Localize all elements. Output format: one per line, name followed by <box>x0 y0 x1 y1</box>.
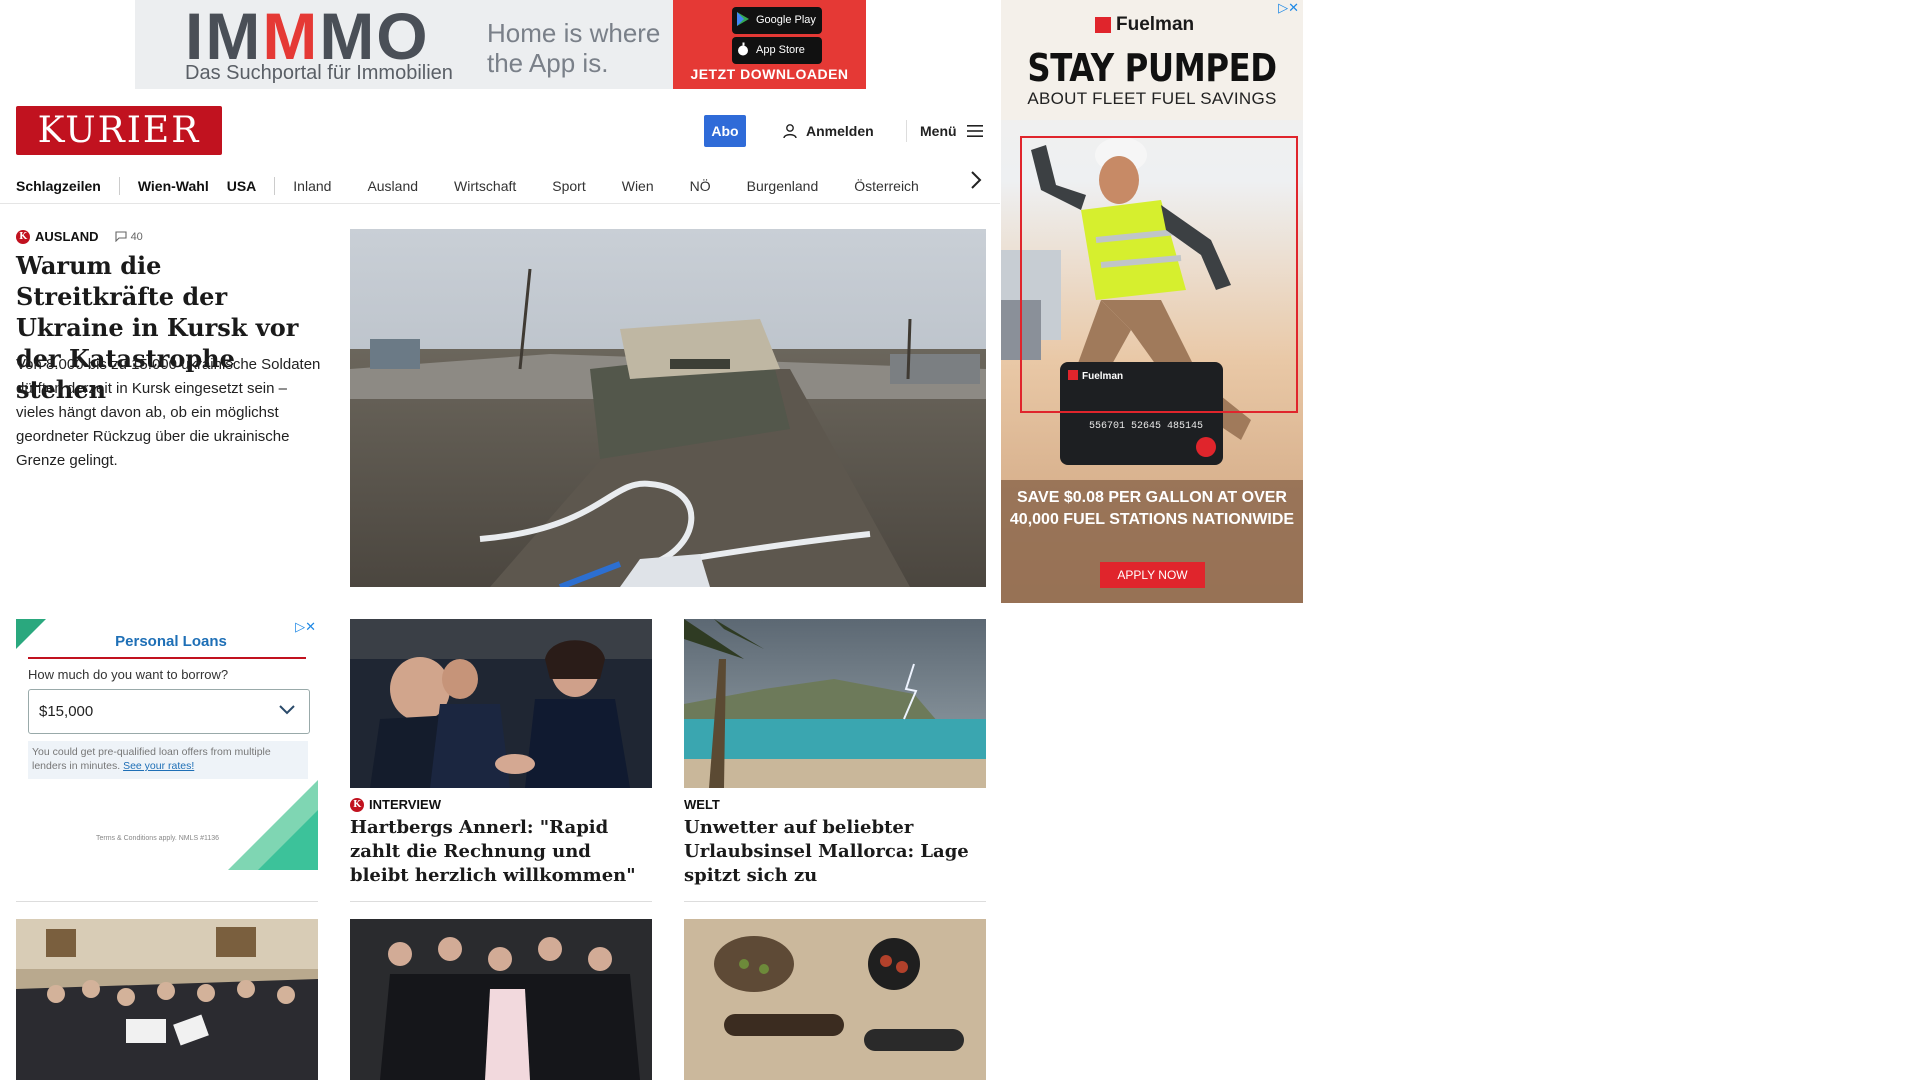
loan-amount-select[interactable]: $15,000 <box>28 689 310 734</box>
card-kicker-interview[interactable]: K INTERVIEW <box>350 797 441 812</box>
nav-item-burgenland[interactable]: Burgenland <box>729 178 837 194</box>
abo-button[interactable]: Abo <box>704 115 746 147</box>
user-icon <box>783 124 797 139</box>
card-divider <box>350 901 652 902</box>
chevron-right-icon[interactable] <box>969 170 983 190</box>
card-divider <box>16 901 318 902</box>
google-play-badge[interactable]: Google Play <box>732 7 822 34</box>
nav-item-usa[interactable]: USA <box>227 178 275 194</box>
section-nav: Schlagzeilen Wien-Wahl USA Inland Auslan… <box>16 166 986 206</box>
google-play-icon <box>737 12 749 26</box>
loans-terms: Terms & Conditions apply. NMLS #1136 <box>96 835 220 842</box>
immmo-logo: IMMMO <box>185 0 430 73</box>
nav-item-wien[interactable]: Wien <box>604 178 672 194</box>
login-label: Anmelden <box>806 123 874 139</box>
kurier-plus-icon: K <box>350 797 364 812</box>
card-image-food[interactable] <box>684 919 986 1080</box>
highlight-frame <box>1020 136 1298 413</box>
card-image-crowd[interactable] <box>16 919 318 1080</box>
nav-item-noe[interactable]: NÖ <box>672 178 729 194</box>
card-title-mallorca[interactable]: Unwetter auf beliebter Urlaubsinsel Mall… <box>684 816 986 888</box>
apple-icon <box>738 42 748 56</box>
see-rates-link[interactable]: See your rates! <box>123 760 194 772</box>
card-number-text: 556701 52645 485145 <box>1089 421 1203 432</box>
card-title-interview[interactable]: Hartbergs Annerl: "Rapid zahlt die Rechn… <box>350 816 652 888</box>
app-store-badge[interactable]: App Store <box>732 37 822 64</box>
card-divider <box>684 901 986 902</box>
card-kicker-welt[interactable]: WELT <box>684 797 720 812</box>
adchoices-icon[interactable]: ▷✕ <box>1278 0 1299 16</box>
immmo-banner-ad[interactable]: IMMMO Das Suchportal für Immobilien Home… <box>135 0 866 89</box>
login-button[interactable]: Anmelden <box>782 120 874 142</box>
nav-item-inland[interactable]: Inland <box>275 178 349 194</box>
chevron-down-icon <box>279 705 295 715</box>
fuelman-offer: SAVE $0.08 PER GALLON AT OVER 40,000 FUE… <box>1009 489 1295 528</box>
fuelman-logo-mark <box>1095 17 1111 33</box>
lead-meta: K AUSLAND 40 <box>16 229 143 244</box>
loans-title-underline <box>28 657 306 659</box>
nav-item-ausland[interactable]: Ausland <box>349 178 436 194</box>
comment-icon <box>115 231 127 242</box>
download-button[interactable]: JETZT DOWNLOADEN <box>673 66 866 82</box>
nav-divider <box>0 203 1000 204</box>
kurier-logo[interactable]: KURIER <box>16 106 222 155</box>
immmo-claim: Home is where the App is. <box>487 18 661 78</box>
apply-now-button[interactable]: APPLY NOW <box>1100 562 1205 588</box>
lead-kicker[interactable]: K AUSLAND <box>16 229 99 244</box>
loans-title: Personal Loans <box>115 633 227 650</box>
nav-item-wien-wahl[interactable]: Wien-Wahl <box>120 178 227 194</box>
immmo-subline: Das Suchportal für Immobilien <box>185 62 453 84</box>
card-image-mallorca[interactable] <box>684 619 986 788</box>
lead-teaser[interactable]: Von 8.000 bis zu 15.000 ukrainische Sold… <box>16 353 326 473</box>
nav-item-wirtschaft[interactable]: Wirtschaft <box>436 178 534 194</box>
fuelman-headline: STAY PUMPED <box>1027 46 1277 90</box>
immmo-cta-panel[interactable]: Google Play App Store JETZT DOWNLOADEN <box>673 0 866 89</box>
menu-label: Menü <box>920 123 957 139</box>
card-image-premiere[interactable] <box>350 919 652 1080</box>
menu-button[interactable]: Menü <box>920 120 983 142</box>
lead-image-tank[interactable] <box>350 229 986 587</box>
loans-note: You could get pre-qualified loan offers … <box>28 741 308 779</box>
ad-corner-decoration <box>228 780 318 870</box>
fuelman-logo: Fuelman <box>1095 14 1194 36</box>
personal-loans-ad[interactable]: ▷✕ Personal Loans How much do you want t… <box>16 619 318 870</box>
fuelman-subheadline: ABOUT FLEET FUEL SAVINGS <box>1027 89 1277 108</box>
loan-amount-value: $15,000 <box>39 703 94 720</box>
kurier-plus-icon: K <box>16 229 30 244</box>
loans-question: How much do you want to borrow? <box>28 667 229 682</box>
nav-item-schlagzeilen[interactable]: Schlagzeilen <box>16 178 119 194</box>
comment-count[interactable]: 40 <box>115 231 143 243</box>
card-image-interview[interactable] <box>350 619 652 788</box>
fuelman-ad[interactable]: Fuelman 556701 52645 485145 ▷✕ Fuelman S… <box>1001 0 1303 603</box>
nav-item-sport[interactable]: Sport <box>534 178 603 194</box>
header-divider <box>906 120 907 142</box>
nav-item-oesterreich[interactable]: Österreich <box>836 178 937 194</box>
hamburger-icon <box>966 125 983 137</box>
